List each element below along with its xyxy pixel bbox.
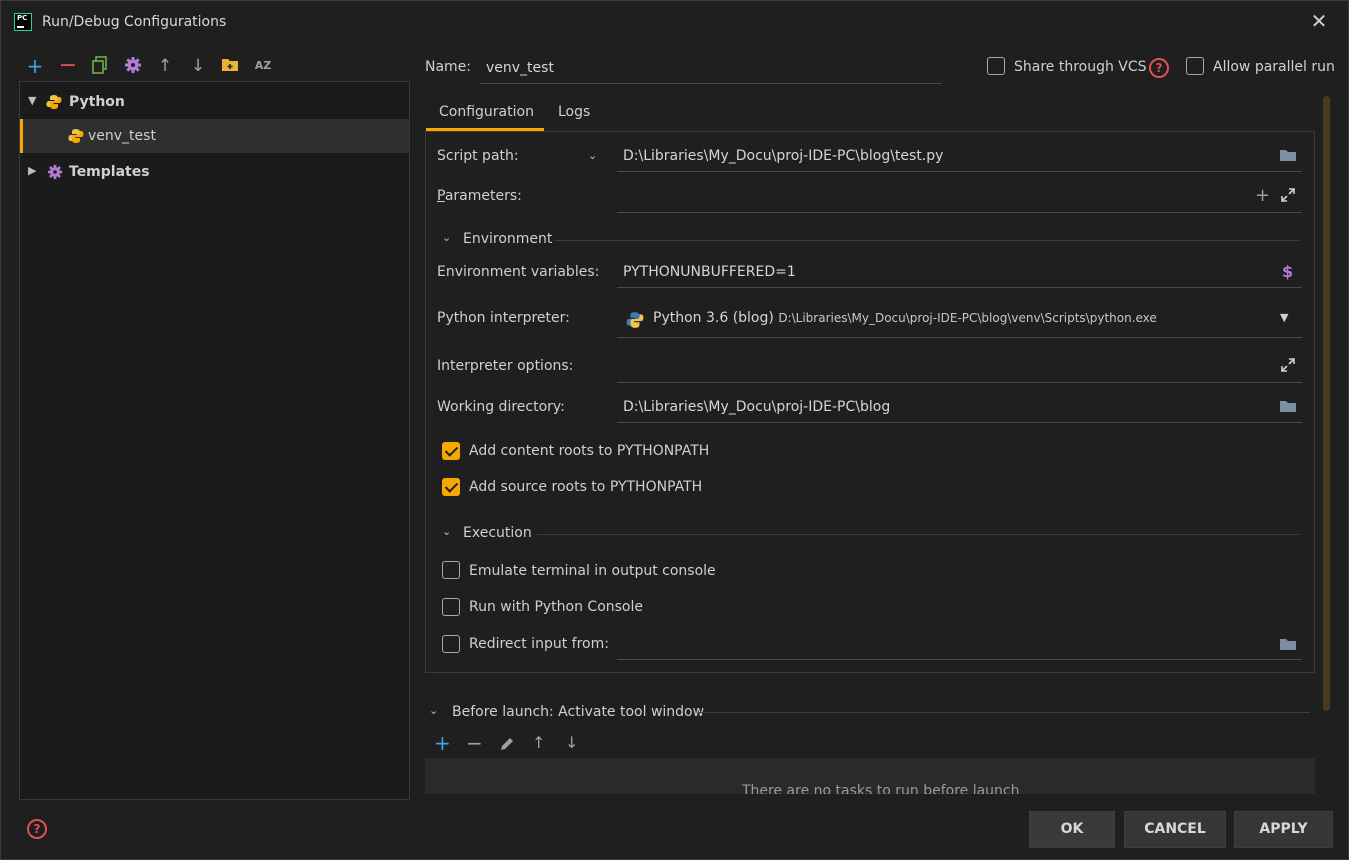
before-launch-title: Before launch: Activate tool window [452,704,705,720]
tree-label-templates: Templates [69,164,150,180]
script-path-label: Script path: [437,148,519,164]
add-source-roots-label: Add source roots to PYTHONPATH [469,479,703,495]
chevron-down-icon[interactable]: ⌄ [588,149,597,162]
close-icon[interactable]: ✕ [1307,9,1331,33]
move-up-icon[interactable]: ↑ [155,56,175,76]
run-python-console-label: Run with Python Console [469,599,644,615]
working-dir-input[interactable]: D:\Libraries\My_Docu\proj-IDE-PC\blog [617,391,1302,423]
working-dir-label: Working directory: [437,399,565,415]
dollar-icon[interactable]: $ [1282,262,1293,281]
name-input[interactable]: venv_test [480,52,942,84]
move-down-icon[interactable]: ↓ [188,56,208,76]
chevron-down-icon[interactable]: ⌄ [442,231,451,244]
help-icon[interactable]: ? [27,819,47,839]
tree-item-venv-test[interactable]: venv_test [20,119,409,153]
add-task-icon[interactable]: + [434,731,451,755]
share-vcs-label: Share through VCS [1014,59,1147,75]
redirect-input-label: Redirect input from: [469,636,609,652]
cancel-button[interactable]: CANCEL [1124,811,1226,848]
interpreter-name: Python 3.6 (blog) [653,310,774,326]
edit-icon[interactable] [499,736,515,752]
environment-section-title: Environment [463,231,553,247]
parameters-label: Parameters: [437,188,522,204]
run-python-console-checkbox[interactable] [442,598,460,616]
window-title: Run/Debug Configurations [42,14,227,30]
redirect-input-checkbox[interactable] [442,635,460,653]
settings-icon[interactable] [123,56,143,76]
expand-icon[interactable] [1280,187,1296,203]
python-venv-icon [626,312,644,328]
dropdown-arrow-icon[interactable]: ▼ [1280,311,1288,324]
interpreter-label: Python interpreter: [437,310,570,326]
allow-parallel-checkbox[interactable] [1186,57,1204,75]
env-vars-input[interactable]: PYTHONUNBUFFERED=1 [617,256,1302,288]
move-up-icon[interactable]: ↑ [532,733,545,752]
vertical-scrollbar[interactable] [1323,96,1330,711]
add-icon[interactable]: + [1255,185,1270,206]
tab-configuration[interactable]: Configuration [439,104,534,120]
before-launch-task-list: There are no tasks to run before launch [425,758,1315,794]
python-icon [68,129,84,143]
settings-icon [47,164,63,180]
remove-task-icon[interactable]: − [466,731,483,755]
tree-label-python: Python [69,94,125,110]
title-bar: PC Run/Debug Configurations ✕ [1,1,1348,41]
apply-button[interactable]: APPLY [1234,811,1333,848]
name-label: Name: [425,59,472,75]
chevron-right-icon[interactable]: ▶ [28,164,36,177]
allow-parallel-label: Allow parallel run [1213,59,1335,75]
add-icon[interactable]: + [25,56,45,76]
emulate-terminal-label: Emulate terminal in output console [469,563,716,579]
tree-item-python[interactable]: ▼ Python [20,85,409,119]
section-divider [554,240,1300,241]
sort-alpha-icon[interactable]: AZ [253,56,273,76]
add-content-roots-checkbox[interactable] [442,442,460,460]
chevron-down-icon[interactable]: ⌄ [429,704,438,717]
copy-icon[interactable] [90,56,110,76]
add-source-roots-checkbox[interactable] [442,478,460,496]
remove-icon[interactable]: − [58,55,78,77]
emulate-terminal-checkbox[interactable] [442,561,460,579]
tree-label-venv-test: venv_test [88,128,156,144]
script-path-input[interactable]: D:\Libraries\My_Docu\proj-IDE-PC\blog\te… [617,140,1302,172]
tab-logs[interactable]: Logs [558,104,590,120]
interpreter-path: D:\Libraries\My_Docu\proj-IDE-PC\blog\ve… [778,311,1157,325]
parameters-input[interactable] [617,181,1302,213]
python-icon [46,95,62,109]
execution-section-title: Execution [463,525,532,541]
run-debug-dialog: PC Run/Debug Configurations ✕ + − ↑ ↓ AZ… [0,0,1349,860]
folder-icon[interactable] [1279,400,1297,413]
env-vars-label: Environment variables: [437,264,600,280]
add-content-roots-label: Add content roots to PYTHONPATH [469,443,710,459]
redirect-input-field[interactable] [617,628,1302,660]
move-down-icon[interactable]: ↓ [565,733,578,752]
configuration-tree: ▼ Python venv_test ▶ Templates [19,81,410,800]
new-folder-icon[interactable] [220,56,240,76]
help-icon[interactable]: ? [1149,58,1169,78]
section-divider [698,712,1310,713]
expand-icon[interactable] [1280,357,1296,373]
tree-item-templates[interactable]: ▶ Templates [20,155,409,189]
chevron-down-icon[interactable]: ⌄ [442,525,451,538]
folder-icon[interactable] [1279,638,1297,651]
share-vcs-checkbox[interactable] [987,57,1005,75]
empty-tasks-text: There are no tasks to run before launch [742,783,1020,794]
interp-options-input[interactable] [617,351,1302,383]
interpreter-select[interactable]: Python 3.6 (blog) D:\Libraries\My_Docu\p… [617,302,1302,338]
ok-button[interactable]: OK [1029,811,1115,848]
section-divider [537,534,1300,535]
pycharm-logo-icon: PC [14,13,32,31]
interp-options-label: Interpreter options: [437,358,574,374]
chevron-down-icon[interactable]: ▼ [28,94,36,107]
folder-icon[interactable] [1279,149,1297,162]
